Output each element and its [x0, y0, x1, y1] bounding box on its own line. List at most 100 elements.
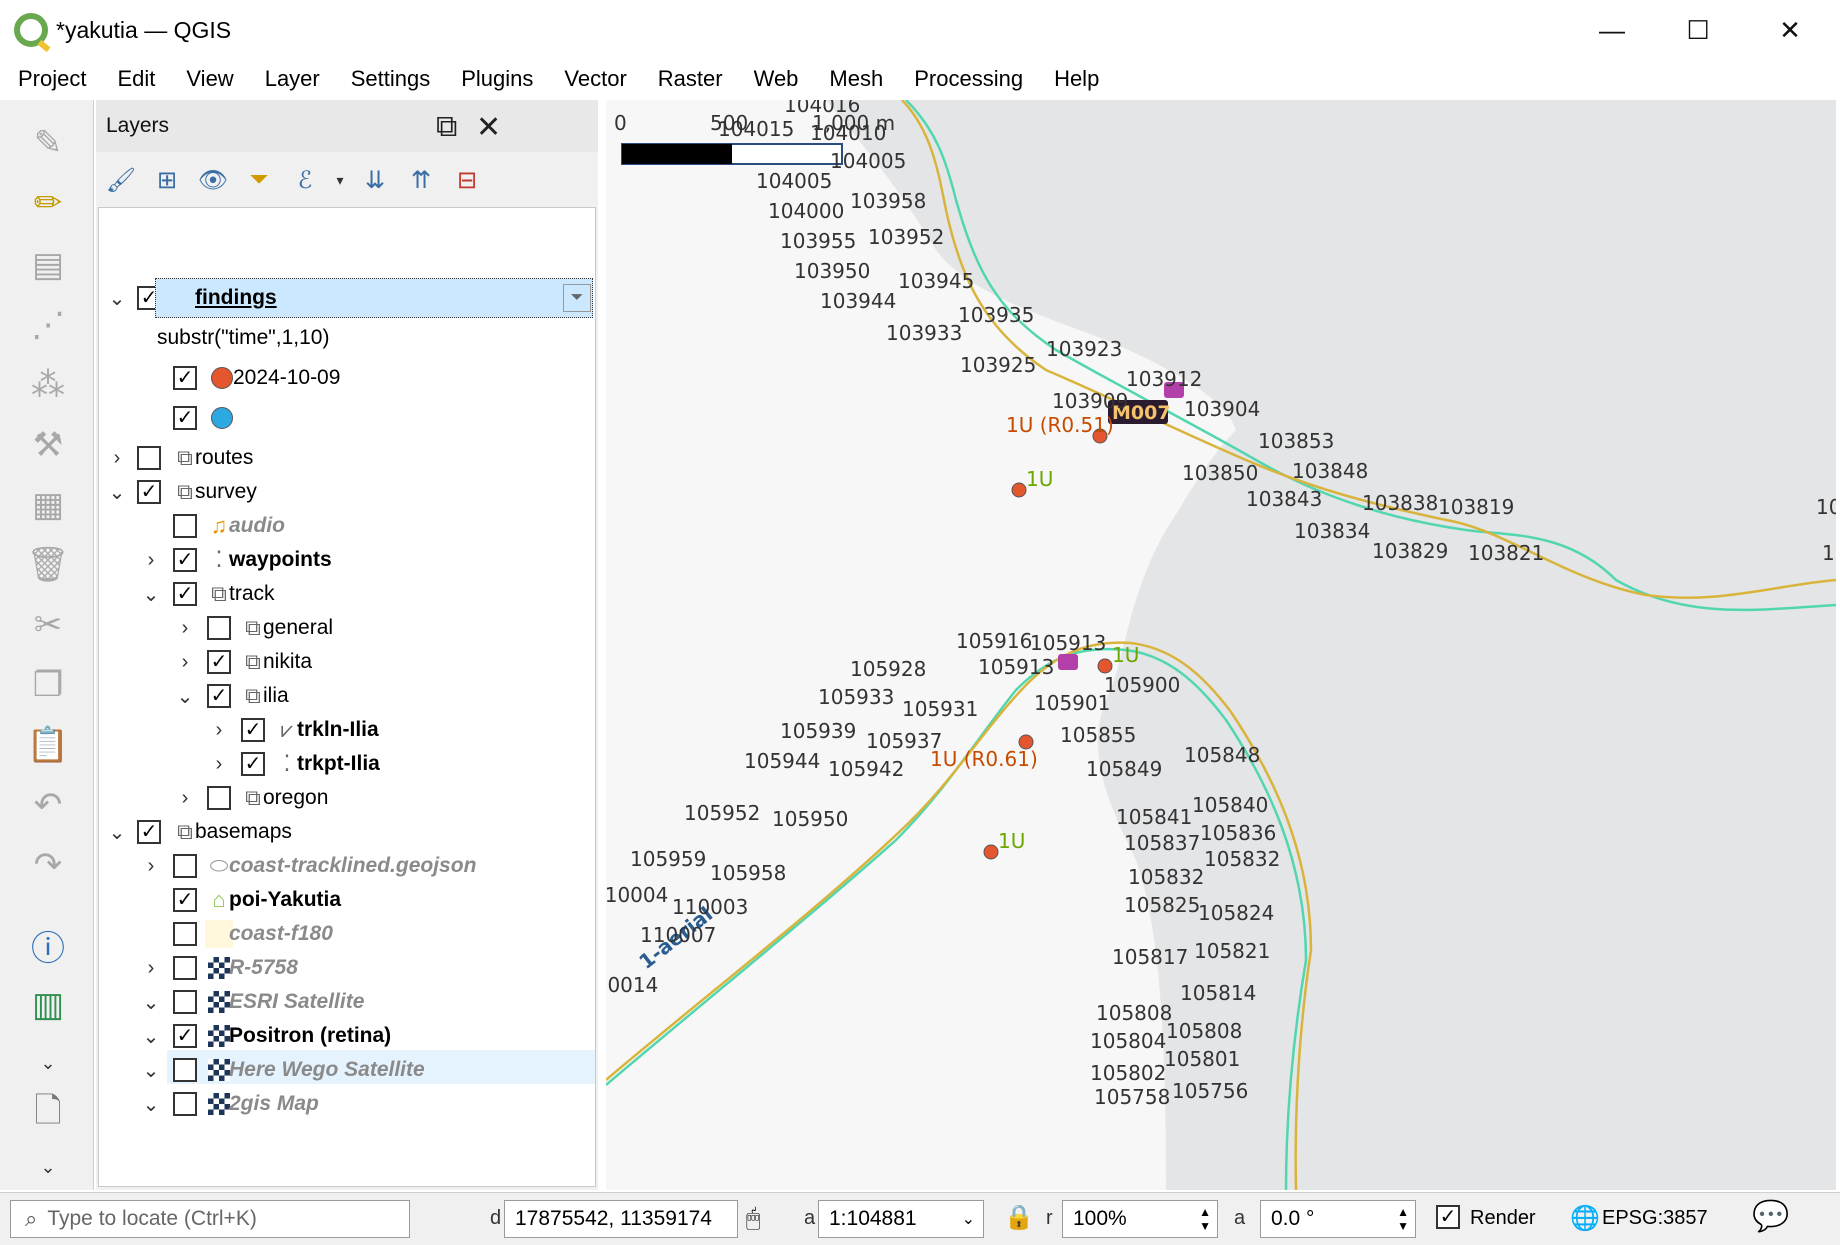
- visibility-checkbox[interactable]: ✓: [241, 752, 265, 776]
- filter-expression-icon[interactable]: ℰ: [284, 159, 326, 201]
- chevron-right-icon[interactable]: ›: [173, 651, 197, 674]
- camera-marker-icon[interactable]: [1058, 654, 1078, 670]
- finding-point[interactable]: [983, 844, 999, 860]
- visibility-checkbox[interactable]: ✓: [137, 820, 161, 844]
- pencil-disabled-icon[interactable]: ✎: [20, 118, 76, 168]
- statistics-icon[interactable]: ▥: [20, 980, 76, 1030]
- maximize-button[interactable]: ☐: [1652, 0, 1744, 60]
- menu-web[interactable]: Web: [754, 66, 799, 92]
- chevron-down-icon[interactable]: ⌄: [105, 820, 129, 845]
- visibility-checkbox[interactable]: [207, 786, 231, 810]
- save-edits-icon[interactable]: ▤: [20, 240, 76, 290]
- visibility-checkbox[interactable]: [173, 854, 197, 878]
- visibility-checkbox[interactable]: [137, 446, 161, 470]
- chevron-right-icon[interactable]: ›: [139, 957, 163, 980]
- visibility-checkbox[interactable]: [207, 616, 231, 640]
- float-panel-icon[interactable]: ⧉: [436, 110, 457, 144]
- messages-icon[interactable]: 💬: [1752, 1199, 1789, 1234]
- vertex-settings-icon[interactable]: ⚒: [20, 420, 76, 470]
- close-panel-icon[interactable]: ✕: [476, 110, 501, 145]
- mouse-coords-icon[interactable]: 🖱: [746, 1205, 760, 1233]
- redo-icon[interactable]: ↷: [20, 840, 76, 890]
- collapse-all-icon[interactable]: ⇈: [400, 159, 442, 201]
- menu-vector[interactable]: Vector: [564, 66, 626, 92]
- close-button[interactable]: ✕: [1744, 0, 1836, 60]
- new-file-icon[interactable]: 🗋: [20, 1090, 76, 1140]
- lock-scale-icon[interactable]: 🔒: [1004, 1203, 1034, 1232]
- legend-checkbox[interactable]: ✓: [173, 406, 197, 430]
- chevron-down-icon[interactable]: ⌄: [139, 582, 163, 607]
- expand-all-icon[interactable]: ⇊: [354, 159, 396, 201]
- spinbox-arrows-icon[interactable]: ▲ ▼: [1397, 1205, 1409, 1233]
- chevron-down-icon[interactable]: ⌄: [105, 286, 129, 311]
- finding-point[interactable]: [1011, 482, 1027, 498]
- chevron-right-icon[interactable]: ›: [207, 719, 231, 742]
- spinbox-arrows-icon[interactable]: ▲ ▼: [1199, 1205, 1211, 1233]
- visibility-checkbox[interactable]: ✓: [173, 582, 197, 606]
- legend-item-2024-10-09[interactable]: ✓ 2024-10-09: [99, 358, 595, 398]
- visibility-checkbox[interactable]: ✓: [241, 718, 265, 742]
- visibility-checkbox[interactable]: [173, 990, 197, 1014]
- rotation-spinbox[interactable]: 0.0 ° ▲ ▼: [1260, 1200, 1416, 1238]
- expand-toolbar-icon[interactable]: ⌄: [20, 1038, 76, 1088]
- menu-processing[interactable]: Processing: [914, 66, 1023, 92]
- delete-icon[interactable]: 🗑: [20, 540, 76, 590]
- remove-layer-icon[interactable]: ⊟: [446, 159, 488, 201]
- visibility-checkbox[interactable]: ✓: [173, 548, 197, 572]
- paste-icon[interactable]: 📋: [20, 720, 76, 770]
- menu-help[interactable]: Help: [1054, 66, 1099, 92]
- identify-icon[interactable]: ⓘ: [20, 920, 76, 970]
- toggle-editing-icon[interactable]: ✏: [20, 178, 76, 228]
- style-manager-icon[interactable]: 🖌: [100, 159, 142, 201]
- menu-project[interactable]: Project: [18, 66, 86, 92]
- chevron-down-icon[interactable]: ⌄: [139, 1092, 163, 1117]
- undo-icon[interactable]: ↶: [20, 780, 76, 830]
- locator-search[interactable]: ⌕ Type to locate (Ctrl+K): [10, 1200, 410, 1238]
- menu-settings[interactable]: Settings: [351, 66, 431, 92]
- modify-attributes-icon[interactable]: ▦: [20, 480, 76, 530]
- chevron-right-icon[interactable]: ›: [173, 617, 197, 640]
- copy-icon[interactable]: ❐: [20, 660, 76, 710]
- chevron-right-icon[interactable]: ›: [173, 787, 197, 810]
- visibility-checkbox[interactable]: [173, 1092, 197, 1116]
- chevron-down-icon[interactable]: ⌄: [139, 1024, 163, 1049]
- magnifier-spinbox[interactable]: 100% ▲ ▼: [1062, 1200, 1218, 1238]
- chevron-down-icon[interactable]: ⌄: [173, 684, 197, 709]
- add-line-icon[interactable]: ⋰: [20, 300, 76, 350]
- add-group-icon[interactable]: ⊞: [146, 159, 188, 201]
- visibility-checkbox[interactable]: [173, 956, 197, 980]
- menu-view[interactable]: View: [186, 66, 233, 92]
- chevron-down-icon[interactable]: ⌄: [962, 1209, 975, 1229]
- globe-icon[interactable]: 🌐: [1570, 1204, 1600, 1233]
- chevron-right-icon[interactable]: ›: [207, 753, 231, 776]
- layer-row-2gis[interactable]: ⌄ 2gis Map: [99, 1084, 595, 1124]
- visibility-checkbox[interactable]: ✓: [207, 684, 231, 708]
- menu-mesh[interactable]: Mesh: [829, 66, 883, 92]
- expand-toolbar-icon-2[interactable]: ⌄: [20, 1142, 76, 1192]
- menu-plugins[interactable]: Plugins: [461, 66, 533, 92]
- chevron-down-icon[interactable]: ⌄: [105, 480, 129, 505]
- visibility-checkbox[interactable]: ✓: [137, 480, 161, 504]
- menu-edit[interactable]: Edit: [117, 66, 155, 92]
- render-checkbox[interactable]: ✓: [1436, 1205, 1460, 1229]
- chevron-right-icon[interactable]: ›: [139, 549, 163, 572]
- menu-raster[interactable]: Raster: [658, 66, 723, 92]
- visibility-checkbox[interactable]: [173, 922, 197, 946]
- scale-combo[interactable]: 1:104881 ⌄: [818, 1200, 984, 1238]
- visibility-checkbox[interactable]: ✓: [207, 650, 231, 674]
- crs-label[interactable]: EPSG:3857: [1602, 1207, 1708, 1230]
- chevron-down-icon[interactable]: ⌄: [139, 1058, 163, 1083]
- visibility-checkbox[interactable]: ✓: [173, 888, 197, 912]
- cut-icon[interactable]: ✂: [20, 600, 76, 650]
- visibility-checkbox[interactable]: [173, 514, 197, 538]
- visibility-eye-icon[interactable]: 👁: [192, 159, 234, 201]
- chevron-down-icon[interactable]: ▾: [330, 159, 350, 201]
- chevron-right-icon[interactable]: ›: [139, 855, 163, 878]
- chevron-down-icon[interactable]: ⌄: [139, 990, 163, 1015]
- layer-row-findings[interactable]: ⌄ ✓ ⁚ findings ⏷: [99, 278, 595, 318]
- filter-legend-icon[interactable]: ⏷: [238, 159, 280, 201]
- minimize-button[interactable]: —: [1566, 0, 1658, 60]
- map-canvas[interactable]: 0 500 1,000 m M007 1U (R0.51) 1U 1U 1U (…: [606, 100, 1836, 1190]
- legend-item-blue[interactable]: ✓: [99, 398, 595, 438]
- filter-icon[interactable]: ⏷: [563, 284, 591, 312]
